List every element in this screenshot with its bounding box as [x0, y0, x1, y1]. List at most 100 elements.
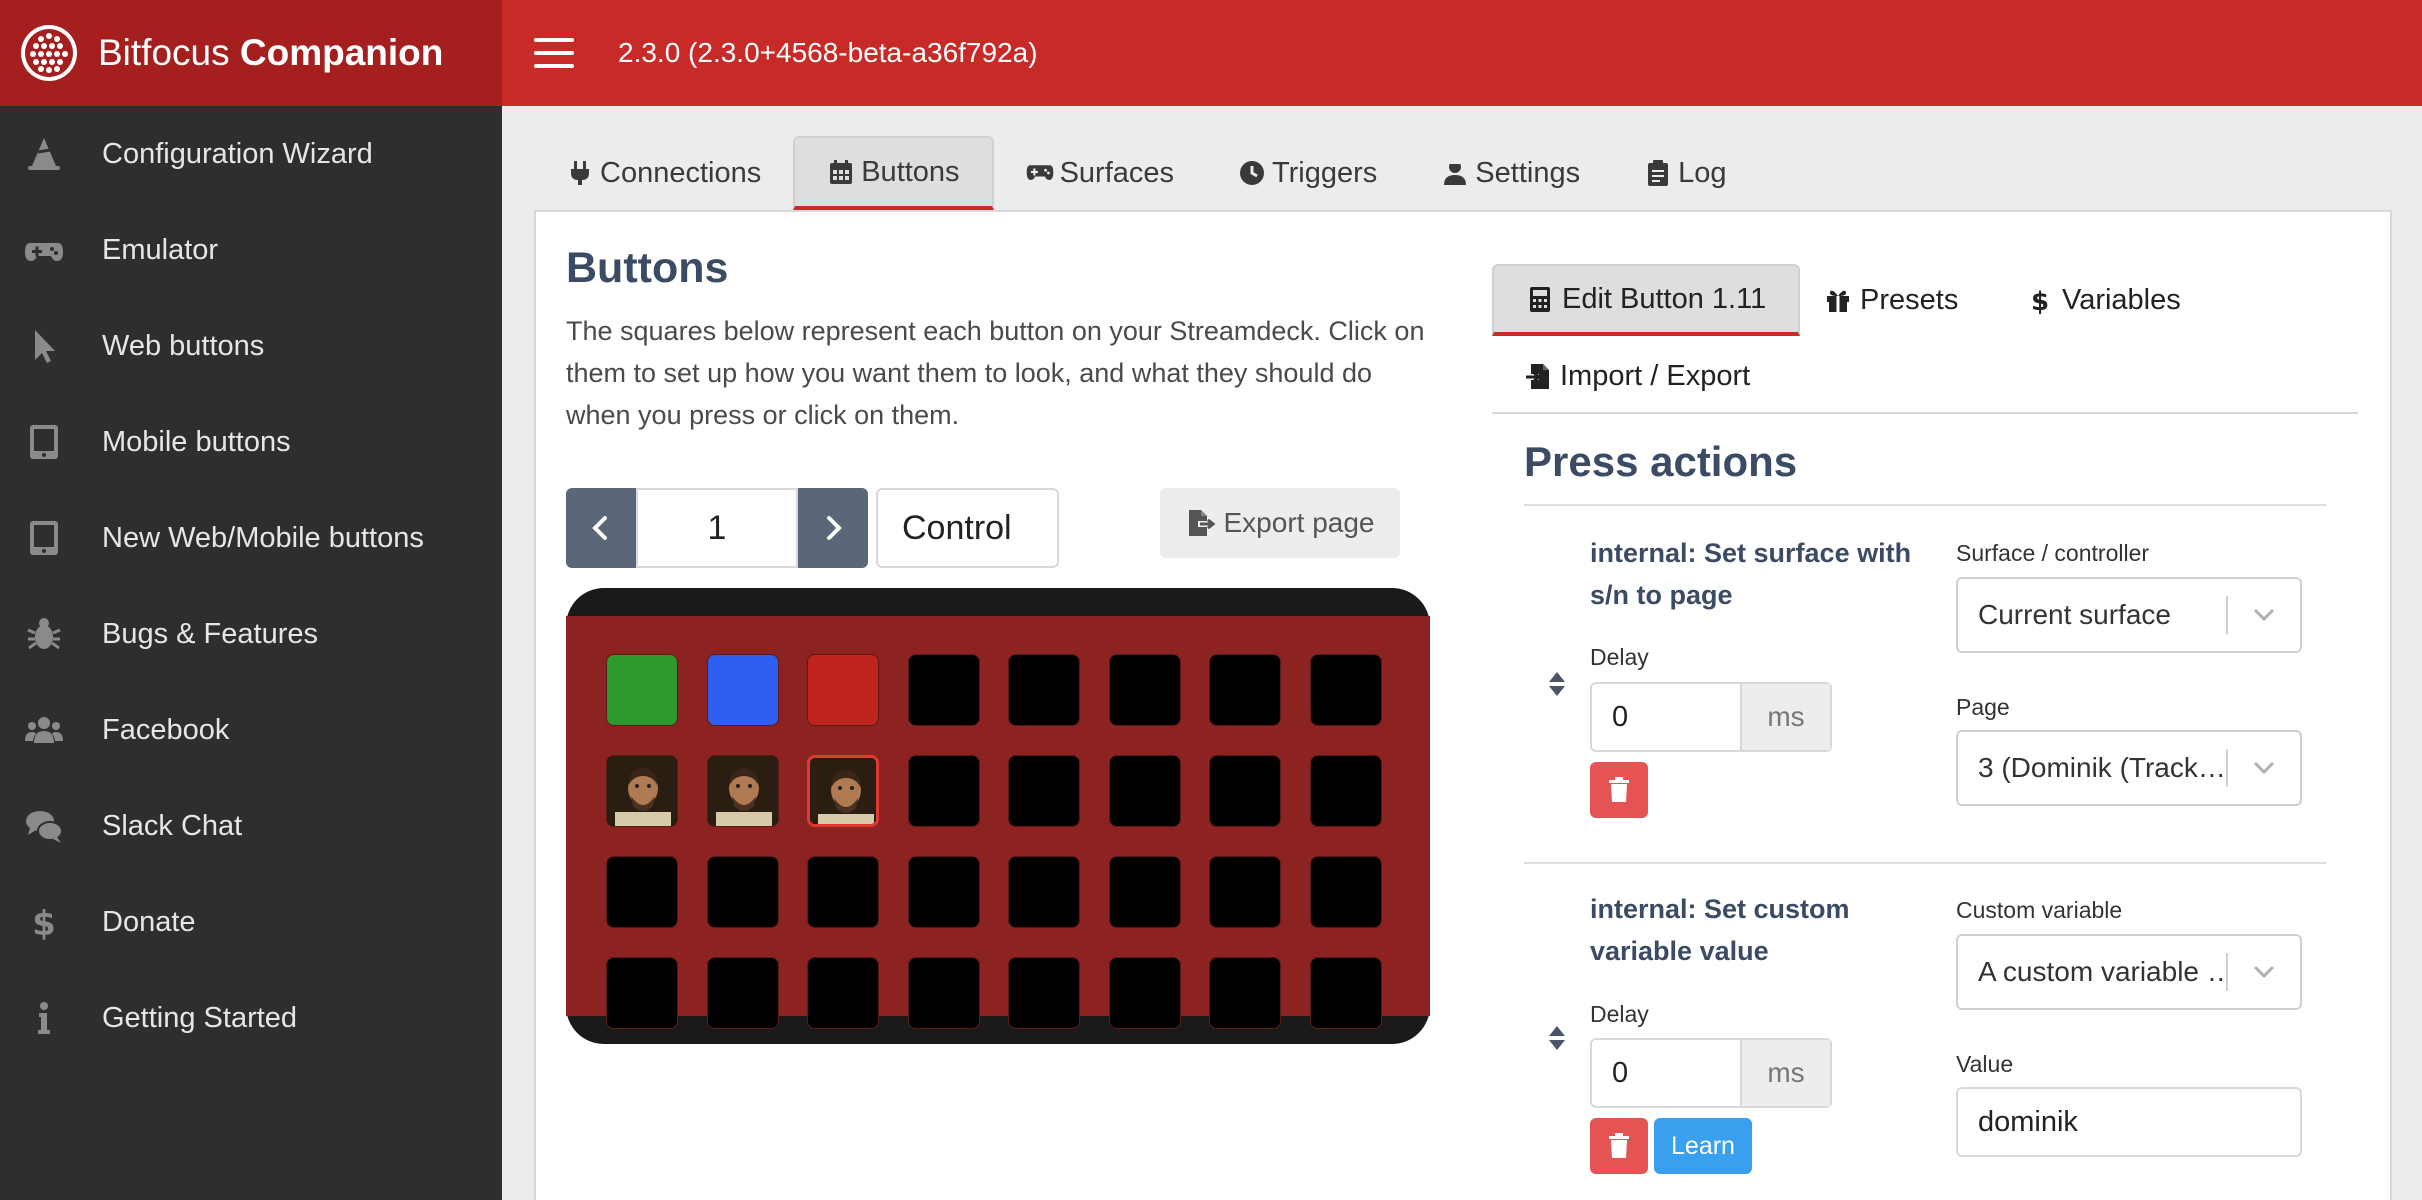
learn-button[interactable]: Learn	[1654, 1118, 1752, 1174]
value-input[interactable]: dominik	[1956, 1087, 2302, 1157]
grid-key-4-8[interactable]	[1310, 957, 1382, 1029]
next-page-button[interactable]	[798, 488, 868, 568]
tab-label: Surfaces	[1059, 156, 1175, 189]
sidebar-item-slack-chat[interactable]: Slack Chat	[0, 778, 502, 874]
sidebar-item-web-buttons[interactable]: Web buttons	[0, 298, 502, 394]
grid-key-2-3[interactable]	[807, 755, 879, 827]
chevron-down-icon	[2228, 607, 2300, 623]
clipboard-icon	[1648, 160, 1669, 186]
tab-edit-button[interactable]: Edit Button 1.11	[1492, 264, 1801, 336]
main-tabs: Connections Buttons Surfaces Triggers Se…	[534, 136, 1758, 210]
grid-key-4-7[interactable]	[1209, 957, 1281, 1029]
svg-text:$: $	[32, 904, 56, 942]
sidebar-item-label: Mobile buttons	[102, 425, 291, 458]
page-number-input[interactable]: 1	[636, 488, 798, 568]
grid-key-4-1[interactable]	[606, 957, 678, 1029]
grid-key-2-7[interactable]	[1209, 755, 1281, 827]
file-import-icon	[1525, 364, 1549, 389]
grid-key-4-5[interactable]	[1008, 957, 1080, 1029]
sidebar-item-bugs-features[interactable]: Bugs & Features	[0, 586, 502, 682]
sidebar-item-facebook[interactable]: Facebook	[0, 682, 502, 778]
streamdeck-keys-area	[566, 616, 1430, 1029]
chevron-down-icon	[2228, 760, 2300, 776]
delay-unit: ms	[1740, 1040, 1830, 1106]
drag-handle-icon[interactable]	[1546, 1024, 1568, 1052]
grid-key-3-1[interactable]	[606, 856, 678, 928]
previous-page-button[interactable]	[566, 488, 636, 568]
tabs-divider	[1492, 412, 2358, 414]
grid-key-3-3[interactable]	[807, 856, 879, 928]
export-page-label: Export page	[1223, 507, 1375, 538]
action-title: internal: Set custom variable value	[1590, 894, 1850, 966]
brand-name: Companion	[239, 32, 444, 73]
sidebar-item-mobile-buttons[interactable]: Mobile buttons	[0, 394, 502, 490]
grid-key-4-2[interactable]	[707, 957, 779, 1029]
sidebar-item-donate[interactable]: $ Donate	[0, 874, 502, 970]
grid-key-2-2[interactable]	[707, 755, 779, 827]
chevron-right-icon	[827, 516, 842, 540]
calculator-icon	[1530, 287, 1550, 312]
sidebar-item-label: Slack Chat	[102, 809, 243, 842]
wizard-hat-icon	[22, 132, 66, 176]
tab-triggers[interactable]: Triggers	[1206, 136, 1409, 210]
custom-variable-label: Custom variable	[1956, 897, 2123, 923]
delay-input[interactable]: 0 ms	[1590, 682, 1832, 752]
grid-key-1-7[interactable]	[1209, 654, 1281, 726]
sidebar-item-new-web-mobile-buttons[interactable]: New Web/Mobile buttons	[0, 490, 502, 586]
grid-key-1-2[interactable]	[707, 654, 779, 726]
sidebar-item-label: Configuration Wizard	[102, 137, 373, 170]
users-icon	[22, 708, 66, 752]
grid-key-1-5[interactable]	[1008, 654, 1080, 726]
tab-label: Triggers	[1272, 156, 1378, 189]
brand-header[interactable]: Bitfocus Companion	[0, 0, 502, 106]
grid-key-1-6[interactable]	[1109, 654, 1181, 726]
surface-controller-select[interactable]: Current surface	[1956, 577, 2302, 653]
grid-key-2-6[interactable]	[1109, 755, 1181, 827]
drag-handle-icon[interactable]	[1546, 670, 1568, 698]
page-name-input[interactable]: Control	[876, 488, 1059, 568]
custom-variable-select[interactable]: A custom variable …	[1956, 934, 2302, 1010]
bug-icon	[22, 612, 66, 656]
grid-key-4-6[interactable]	[1109, 957, 1181, 1029]
sidebar-item-configuration-wizard[interactable]: Configuration Wizard	[0, 106, 502, 202]
tab-log[interactable]: Log	[1612, 136, 1758, 210]
tab-settings[interactable]: Settings	[1409, 136, 1612, 210]
grid-key-3-4[interactable]	[908, 856, 980, 928]
grid-key-4-4[interactable]	[908, 957, 980, 1029]
grid-key-1-8[interactable]	[1310, 654, 1382, 726]
delay-label: Delay	[1590, 1001, 1649, 1027]
delay-input[interactable]: 0 ms	[1590, 1038, 1832, 1108]
sidebar-item-label: Emulator	[102, 233, 219, 266]
tab-presets[interactable]: Presets	[1792, 264, 1990, 336]
tab-connections[interactable]: Connections	[534, 136, 793, 210]
delete-action-button[interactable]	[1590, 1118, 1648, 1174]
delete-action-button[interactable]	[1590, 762, 1648, 818]
grid-key-1-3[interactable]	[807, 654, 879, 726]
tab-buttons[interactable]: Buttons	[793, 136, 994, 210]
sidebar-item-emulator[interactable]: Emulator	[0, 202, 502, 298]
grid-key-1-4[interactable]	[908, 654, 980, 726]
grid-key-4-3[interactable]	[807, 957, 879, 1029]
gamepad-icon	[1026, 165, 1053, 180]
tab-import-export[interactable]: Import / Export	[1492, 340, 1782, 412]
tab-surfaces[interactable]: Surfaces	[994, 136, 1206, 210]
tab-label: Edit Button 1.11	[1562, 282, 1767, 315]
streamdeck-grid	[566, 588, 1430, 1044]
grid-key-2-8[interactable]	[1310, 755, 1382, 827]
sidebar-item-getting-started[interactable]: Getting Started	[0, 970, 502, 1066]
grid-key-3-5[interactable]	[1008, 856, 1080, 928]
grid-key-3-2[interactable]	[707, 856, 779, 928]
grid-key-3-7[interactable]	[1209, 856, 1281, 928]
menu-toggle-icon[interactable]	[534, 38, 574, 68]
grid-key-2-1[interactable]	[606, 755, 678, 827]
tab-variables[interactable]: $ Variables	[1994, 264, 2213, 336]
grid-key-3-6[interactable]	[1109, 856, 1181, 928]
delay-value: 0	[1612, 700, 1629, 733]
grid-key-1-1[interactable]	[606, 654, 678, 726]
export-page-button[interactable]: Export page	[1160, 488, 1400, 558]
page-select[interactable]: 3 (Dominik (Track…	[1956, 730, 2302, 806]
grid-key-2-5[interactable]	[1008, 755, 1080, 827]
grid-key-3-8[interactable]	[1310, 856, 1382, 928]
grid-key-2-4[interactable]	[908, 755, 980, 827]
sidebar: Bitfocus Companion Configuration Wizard …	[0, 0, 502, 1200]
